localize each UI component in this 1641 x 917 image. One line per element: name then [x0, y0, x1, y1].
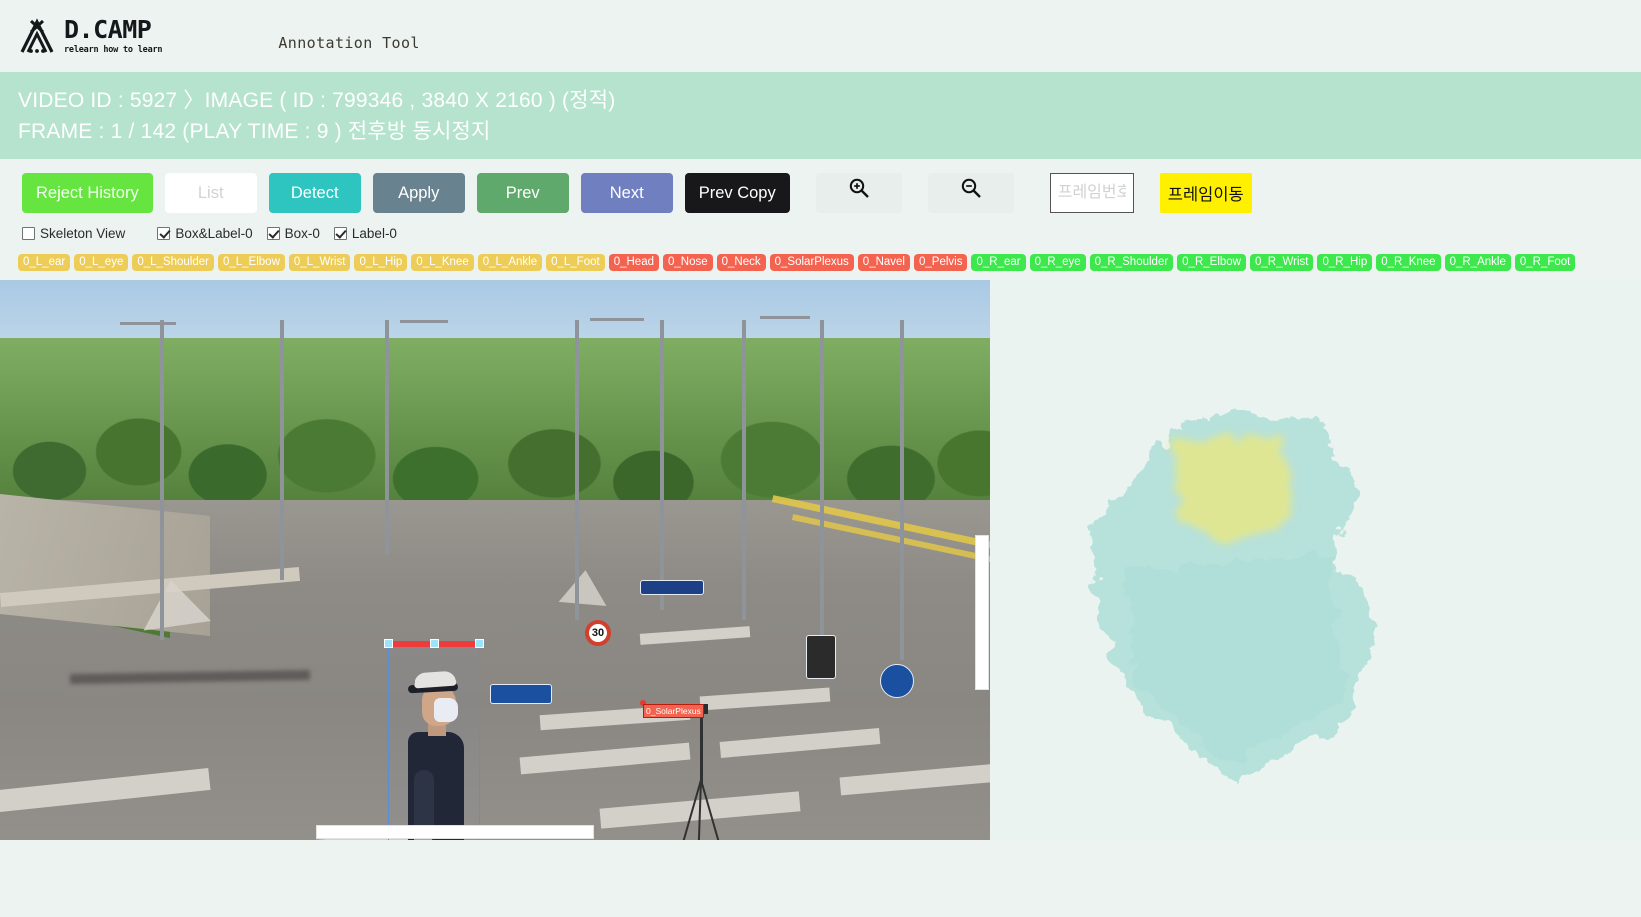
checkbox-box[interactable] — [333, 226, 347, 240]
brand-logo[interactable]: D.CAMP relearn how to learn — [16, 15, 163, 56]
checkbox-box-and-label-0[interactable]: Box&Label-0 — [157, 225, 253, 241]
video-info-banner: VIDEO ID : 5927 〉IMAGE ( ID : 799346 , 3… — [0, 72, 1641, 159]
view-options-row: Skeleton View Box&Label-0 Box-0 Label-0 — [0, 220, 1641, 246]
frame-move-button[interactable]: 프레임이동 — [1159, 173, 1252, 213]
street-pole — [742, 320, 746, 620]
list-button[interactable]: List — [164, 173, 257, 213]
checkbox-label: Label-0 — [351, 225, 397, 241]
vertical-scroll-thumb[interactable] — [975, 535, 989, 690]
road-circular-sign — [880, 664, 914, 698]
keypoint-chip[interactable]: 0_Navel — [857, 253, 910, 271]
street-pole — [160, 320, 164, 640]
keypoint-chip[interactable]: 0_L_Foot — [546, 253, 605, 271]
brand-name: D.CAMP — [64, 15, 152, 44]
road-arrow-marking — [137, 575, 211, 631]
zoom-in-icon — [848, 178, 870, 204]
bbox-handle-top-center[interactable] — [429, 639, 439, 648]
keypoint-label: 0_SolarPlexus — [643, 704, 704, 718]
app-header: D.CAMP relearn how to learn Annotation T… — [0, 0, 1641, 72]
bounding-box[interactable] — [384, 639, 484, 840]
street-lamp-arm — [760, 316, 810, 319]
canvas-horizontal-scrollbar[interactable] — [0, 824, 990, 840]
checkbox-label-0[interactable]: Label-0 — [333, 225, 397, 241]
checkbox-box[interactable] — [22, 226, 35, 240]
keypoint-chip-row: 0_L_ear 0_L_eye 0_L_Shoulder 0_L_Elbow 0_L_W… — [0, 251, 1641, 273]
road-arrow-marking — [558, 567, 610, 607]
watercolor-decoration — [1030, 360, 1450, 820]
speed-limit-sign: 30 — [585, 620, 611, 646]
brand-wordmark: D.CAMP relearn how to learn — [64, 15, 163, 55]
keypoint-chip[interactable]: 0_L_Wrist — [288, 253, 351, 271]
keypoint-chip[interactable]: 0_R_eye — [1029, 253, 1086, 271]
camera-tripod — [669, 704, 733, 840]
reject-history-button[interactable]: Reject History — [22, 173, 153, 213]
street-pole — [575, 320, 579, 620]
keypoint-chip[interactable]: 0_L_Hip — [354, 253, 408, 271]
horizontal-scroll-thumb[interactable] — [316, 825, 594, 839]
annotated-photo: 30 — [0, 280, 990, 840]
street-lamp-arm — [400, 320, 448, 323]
street-pole — [280, 320, 284, 580]
keypoint-chip[interactable]: 0_L_eye — [74, 253, 129, 271]
road-overhead-sign — [640, 580, 704, 595]
keypoint-chip[interactable]: 0_Neck — [716, 253, 766, 271]
image-canvas[interactable]: 30 0_SolarPlexus — [0, 280, 990, 840]
keypoint-chip[interactable]: 0_R_Knee — [1376, 253, 1441, 271]
keypoint-chip[interactable]: 0_R_Hip — [1317, 253, 1373, 271]
keypoint-chip[interactable]: 0_R_Wrist — [1250, 253, 1314, 271]
keypoint-chip[interactable]: 0_L_ear — [18, 253, 71, 271]
street-pole — [660, 320, 664, 610]
checkbox-box[interactable] — [266, 226, 280, 240]
bbox-handle-top-right[interactable] — [475, 639, 484, 648]
toolbar: Reject History List Detect Apply Prev Ne… — [0, 159, 1641, 273]
main-area: 30 0_SolarPlexus — [0, 280, 1641, 840]
detect-button[interactable]: Detect — [268, 173, 361, 213]
keypoint-marker-solarplexus[interactable]: 0_SolarPlexus — [640, 700, 704, 718]
street-lamp-arm — [590, 318, 644, 321]
zoom-out-button[interactable] — [927, 173, 1014, 213]
keypoint-chip[interactable]: 0_Nose — [663, 253, 713, 271]
keypoint-chip[interactable]: 0_Pelvis — [914, 253, 968, 271]
apply-button[interactable]: Apply — [372, 173, 465, 213]
page-title: Annotation Tool — [278, 34, 420, 52]
checkbox-label: Skeleton View — [40, 225, 126, 241]
keypoint-chip[interactable]: 0_L_Shoulder — [132, 253, 214, 271]
keypoint-chip[interactable]: 0_R_ear — [971, 253, 1026, 271]
brand-tagline: relearn how to learn — [64, 45, 163, 55]
keypoint-chip[interactable]: 0_Head — [608, 253, 659, 271]
bbox-handle-top-left[interactable] — [384, 639, 393, 648]
keypoint-chip[interactable]: 0_L_Elbow — [217, 253, 285, 271]
tripod-mast — [700, 710, 703, 784]
road-direction-sign — [490, 684, 552, 704]
keypoint-chip[interactable]: 0_L_Ankle — [477, 253, 543, 271]
next-button[interactable]: Next — [580, 173, 673, 213]
keypoint-chip[interactable]: 0_R_Foot — [1514, 253, 1576, 271]
keypoint-chip[interactable]: 0_R_Ankle — [1444, 253, 1511, 271]
canvas-vertical-scrollbar[interactable] — [974, 280, 990, 840]
street-pole — [900, 320, 904, 660]
keypoint-chip[interactable]: 0_R_Elbow — [1177, 253, 1246, 271]
prev-copy-button[interactable]: Prev Copy — [684, 173, 790, 213]
tent-icon — [16, 16, 58, 56]
video-info-line-1: VIDEO ID : 5927 〉IMAGE ( ID : 799346 , 3… — [18, 89, 616, 112]
checkbox-label: Box&Label-0 — [175, 225, 253, 241]
checkbox-label: Box-0 — [284, 225, 320, 241]
checkbox-box-0[interactable]: Box-0 — [266, 225, 320, 241]
right-panel — [990, 280, 1641, 840]
prev-button[interactable]: Prev — [476, 173, 569, 213]
traffic-light — [806, 635, 836, 679]
street-lamp-arm — [120, 322, 176, 325]
video-info-line-2: FRAME : 1 / 142 (PLAY TIME : 9 ) 전후방 동시정… — [18, 120, 491, 143]
keypoint-chip[interactable]: 0_SolarPlexus — [769, 253, 854, 271]
street-pole — [820, 320, 824, 650]
checkbox-box[interactable] — [157, 226, 171, 240]
keypoint-chip[interactable]: 0_L_Knee — [411, 253, 474, 271]
toolbar-button-row: Reject History List Detect Apply Prev Ne… — [0, 169, 1641, 217]
checkbox-skeleton-view[interactable]: Skeleton View — [22, 226, 125, 241]
frame-number-input[interactable] — [1049, 173, 1134, 213]
keypoint-chip[interactable]: 0_R_Shoulder — [1089, 253, 1174, 271]
zoom-in-button[interactable] — [815, 173, 902, 213]
zoom-out-icon — [960, 178, 982, 204]
street-pole — [385, 320, 389, 555]
